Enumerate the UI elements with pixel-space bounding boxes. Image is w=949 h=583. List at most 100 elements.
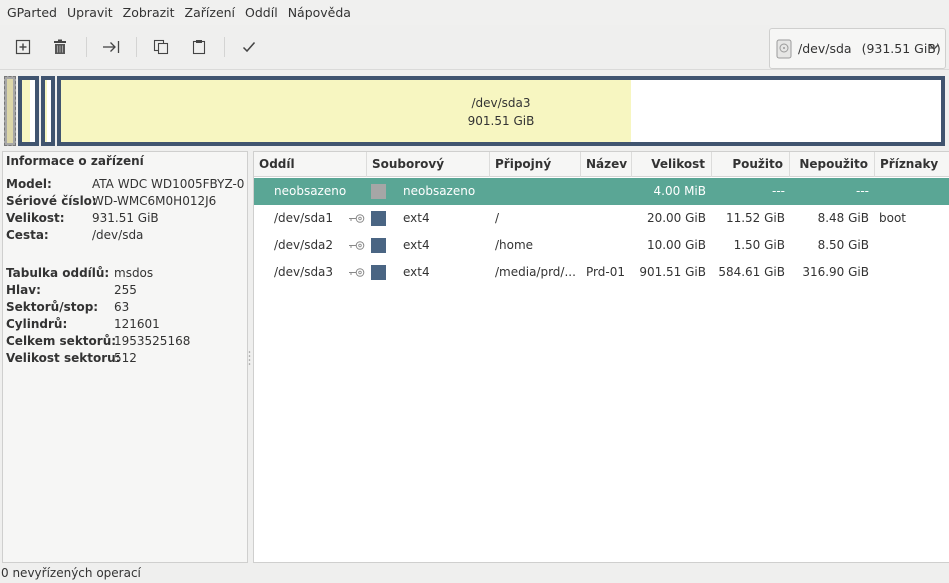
cell-filesystem: ext4 (403, 211, 430, 225)
device-info-panel: Informace o zařízení Model: ATA WDC WD10… (2, 151, 248, 563)
copy-icon (153, 39, 169, 55)
new-partition-button[interactable] (10, 34, 36, 60)
cell-used: 11.52 GiB (725, 211, 785, 225)
info-key: Sektorů/stop: (6, 300, 99, 314)
cell-filesystem: ext4 (403, 238, 430, 252)
cell-unused: 316.90 GiB (802, 265, 869, 279)
delete-icon (54, 39, 66, 54)
cell-unused: 8.50 GiB (817, 238, 869, 252)
info-value: /dev/sda (92, 228, 144, 242)
toolbar-separator (224, 37, 225, 57)
filesystem-color-swatch (371, 265, 386, 280)
column-header-used[interactable]: Použito (712, 152, 790, 177)
resize-move-icon (103, 41, 120, 53)
info-key: Velikost: (6, 211, 65, 225)
cell-size: 4.00 MiB (653, 184, 706, 198)
info-key: Cylindrů: (6, 317, 68, 331)
new-partition-icon (15, 39, 31, 55)
menu-view[interactable]: Zobrazit (118, 0, 180, 25)
cell-used: 1.50 GiB (733, 238, 785, 252)
partition-table: Oddíl Souborový systém Připojný bod Náze… (253, 151, 949, 563)
device-selector[interactable]: /dev/sda (931.51 GiB) (769, 28, 946, 69)
info-value: 512 (114, 351, 137, 365)
info-value: 255 (114, 283, 137, 297)
device-name: /dev/sda (798, 41, 852, 56)
info-key: Velikost sektoru: (6, 351, 121, 365)
cell-unused: 8.48 GiB (817, 211, 869, 225)
visual-partition-sda1[interactable] (18, 76, 39, 146)
cell-flags (879, 259, 949, 286)
visual-partition-sda3[interactable]: /dev/sda3 901.51 GiB (57, 76, 945, 146)
cell-unused: --- (856, 184, 869, 198)
mounted-key-icon (349, 214, 365, 223)
cell-size: 10.00 GiB (646, 238, 706, 252)
menu-device[interactable]: Zařízení (180, 0, 240, 25)
column-header-partition[interactable]: Oddíl (254, 152, 367, 177)
table-row[interactable]: /dev/sda2 ext4/home 10.00 GiB 1.50 GiB 8.50 … (254, 232, 949, 259)
info-key: Hlav: (6, 283, 41, 297)
column-header-filesystem[interactable]: Souborový systém (367, 152, 490, 196)
info-value: ATA WDC WD1005FBYZ-0 (92, 177, 245, 191)
resize-move-button[interactable] (98, 34, 124, 60)
visual-partition-sda2[interactable] (41, 76, 55, 146)
column-header-flags[interactable]: Příznaky (875, 152, 949, 177)
apply-button[interactable] (236, 34, 262, 60)
cell-filesystem: neobsazeno (403, 184, 476, 198)
toolbar-separator (86, 37, 87, 57)
info-key: Model: (6, 177, 52, 191)
column-header-label[interactable]: Název (581, 152, 632, 177)
table-row[interactable]: /dev/sda1 ext4 / 20.00 GiB 11.52 GiB 8.48 GiB… (254, 205, 949, 232)
visual-partition-label: /dev/sda3 (471, 96, 531, 110)
filesystem-color-swatch (371, 211, 386, 226)
cell-mountpoint: /home (495, 238, 534, 252)
visual-unallocated[interactable] (4, 76, 16, 146)
mounted-key-icon (349, 241, 365, 250)
device-info-title: Informace o zařízení (6, 154, 144, 168)
column-header-unused[interactable]: Nepoužito (790, 152, 875, 177)
menu-partition[interactable]: Oddíl (240, 0, 283, 25)
info-key: Tabulka oddílů: (6, 266, 110, 280)
menu-bar: GParted Upravit Zobrazit Zařízení Oddíl … (0, 0, 949, 25)
delete-button[interactable] (47, 34, 73, 60)
cell-size: 901.51 GiB (639, 265, 706, 279)
pane-splitter-handle[interactable] (248, 350, 251, 366)
menu-help[interactable]: Nápověda (283, 0, 356, 25)
info-value: 121601 (114, 317, 160, 331)
info-key: Celkem sektorů: (6, 334, 117, 348)
paste-button[interactable] (186, 34, 212, 60)
paste-icon (192, 40, 206, 55)
apply-icon (242, 42, 256, 53)
chevron-down-icon (929, 44, 939, 50)
copy-button[interactable] (148, 34, 174, 60)
menu-gparted[interactable]: GParted (2, 0, 62, 25)
cell-label (586, 205, 630, 232)
cell-partition: /dev/sda2 (274, 238, 334, 252)
hard-disk-icon (776, 39, 792, 58)
visual-partition-size: 901.51 GiB (467, 114, 535, 128)
column-header-mountpoint[interactable]: Připojný bod (490, 152, 581, 196)
info-key: Sériové číslo: (6, 194, 97, 208)
menu-edit[interactable]: Upravit (62, 0, 118, 25)
cell-filesystem: ext4 (403, 265, 430, 279)
column-header-size[interactable]: Velikost (632, 152, 712, 177)
cell-label (586, 178, 630, 205)
table-row[interactable]: neobsazeno neobsazeno 4.00 MiB --- --- (254, 178, 949, 205)
table-row[interactable]: /dev/sda3 ext4/media/prd/... Prd-01 901.51 … (254, 259, 949, 286)
mounted-key-icon (349, 268, 365, 277)
cell-used: --- (772, 184, 785, 198)
cell-mountpoint: /media/prd/... (495, 265, 576, 279)
cell-mountpoint (495, 178, 579, 205)
disk-visual-map: /dev/sda3 901.51 GiB (0, 72, 949, 148)
cell-used: 584.61 GiB (718, 265, 785, 279)
table-header: Oddíl Souborový systém Připojný bod Náze… (254, 152, 949, 196)
cell-size: 20.00 GiB (646, 211, 706, 225)
filesystem-color-swatch (371, 184, 386, 199)
toolbar-separator (136, 37, 137, 57)
cell-flags (879, 232, 949, 259)
info-key: Cesta: (6, 228, 49, 242)
cell-flags: boot (879, 211, 907, 225)
cell-partition: neobsazeno (274, 184, 347, 198)
cell-partition: /dev/sda1 (274, 211, 334, 225)
info-value: 1953525168 (114, 334, 191, 348)
cell-flags (879, 178, 949, 205)
